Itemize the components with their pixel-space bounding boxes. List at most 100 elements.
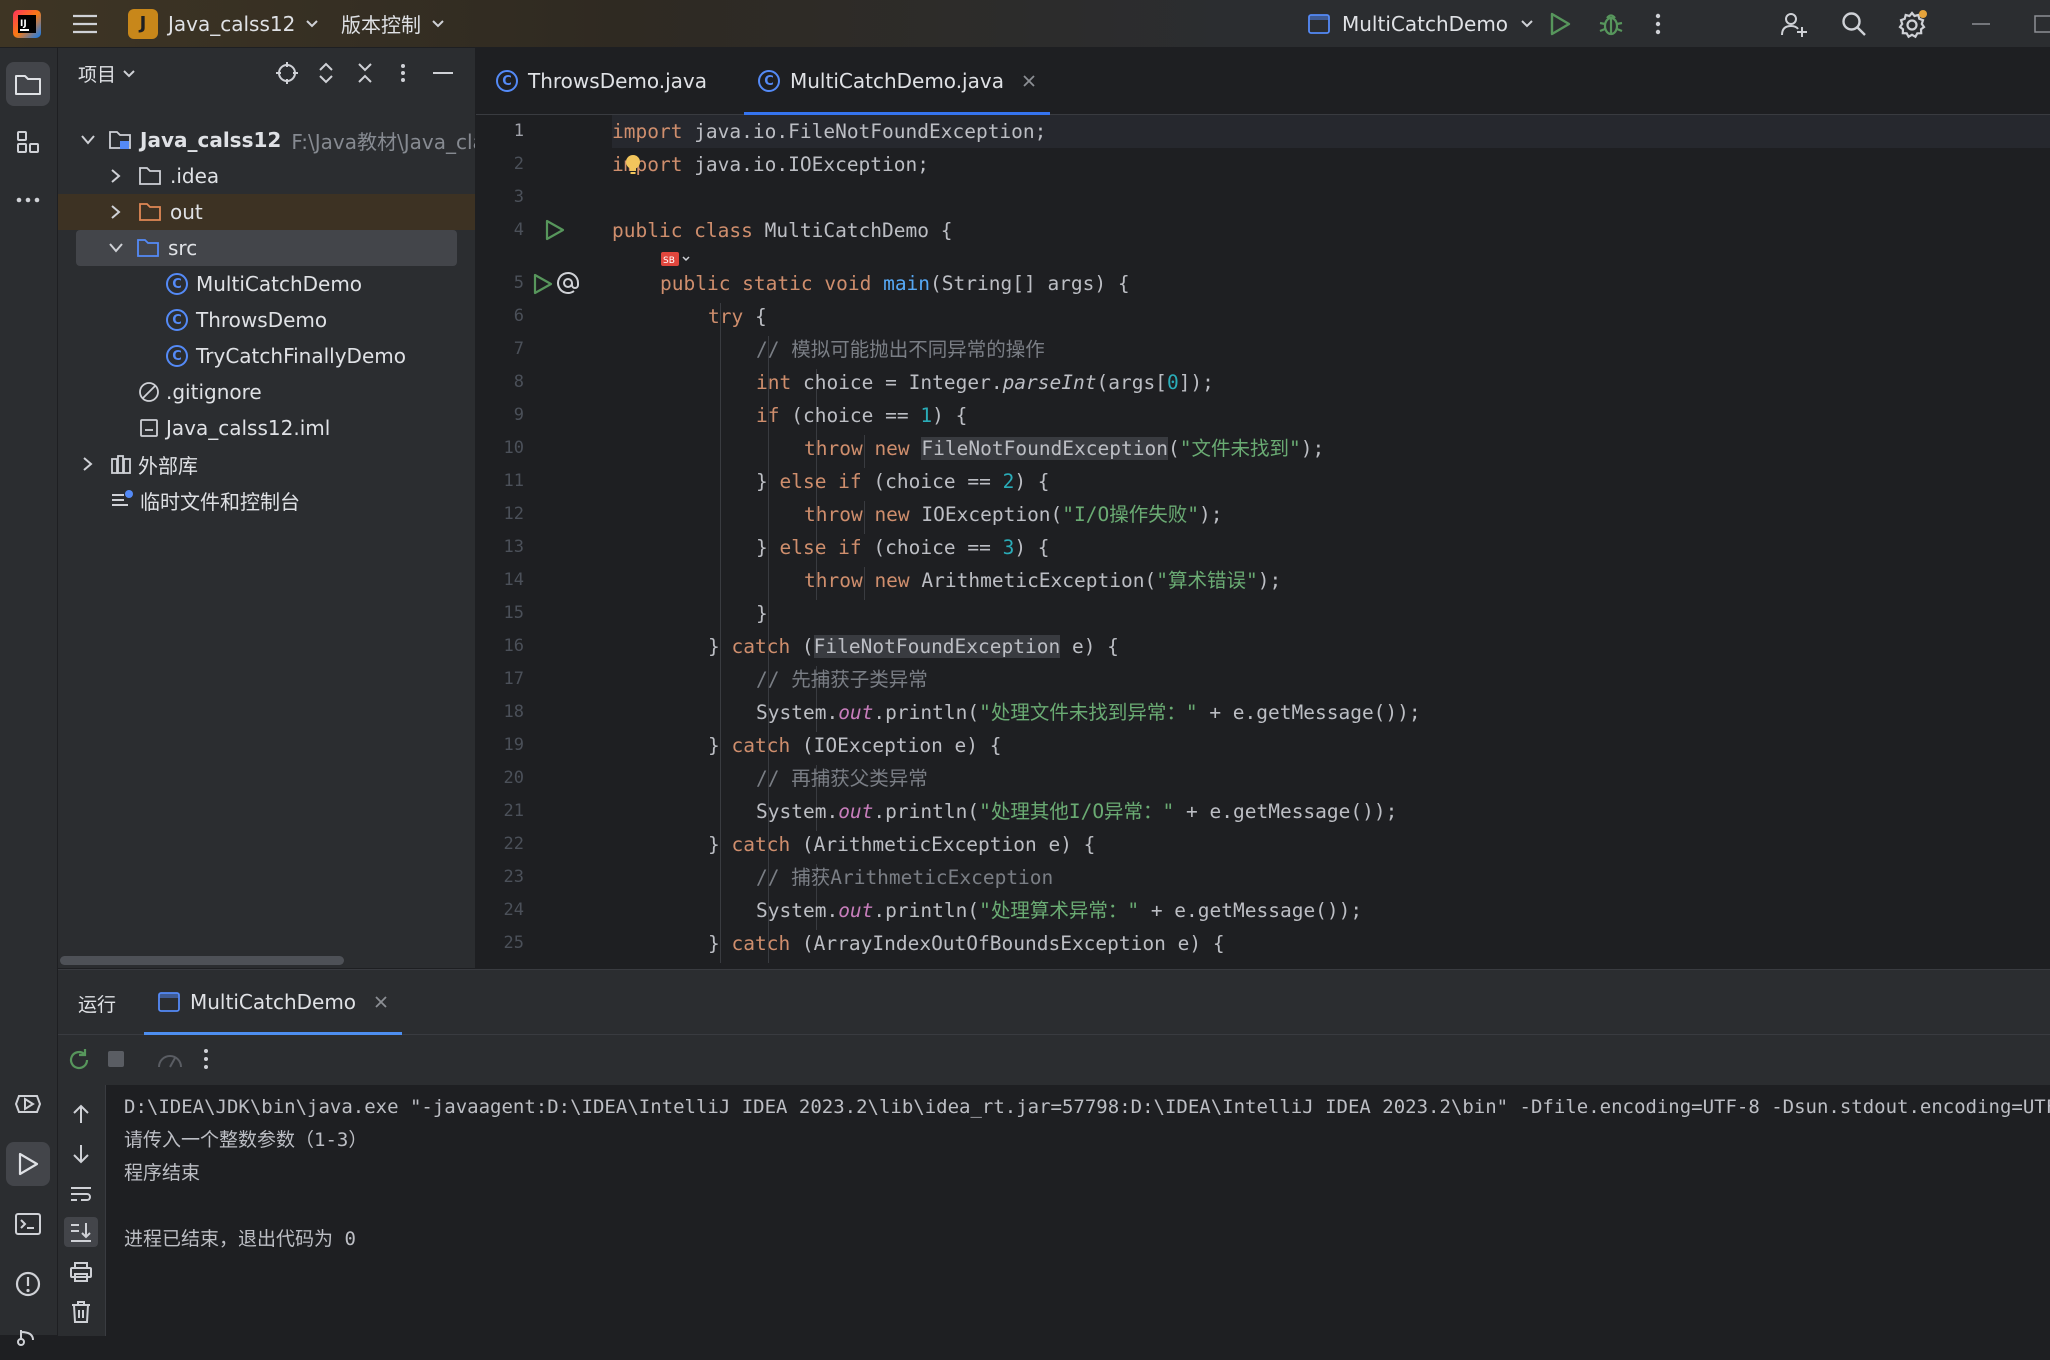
chevron-down-icon	[122, 69, 136, 79]
terminal-icon	[14, 1212, 42, 1236]
line-number: 4	[513, 220, 524, 240]
console-line: 进程已结束，退出代码为 0	[124, 1228, 356, 1250]
structure-tool-button[interactable]	[6, 120, 50, 164]
terminal-tool-button[interactable]	[6, 1202, 50, 1246]
services-tool-button[interactable]	[6, 1082, 50, 1126]
tree-item-iml[interactable]: Java_calss12.iml	[58, 410, 475, 446]
tree-item-label: .idea	[170, 164, 220, 188]
tree-item-external-libraries[interactable]: 外部库	[58, 446, 475, 482]
rerun-icon[interactable]	[66, 1047, 92, 1073]
code-area[interactable]: import java.io.FileNotFoundException; im…	[612, 115, 2050, 968]
arrow-up-icon[interactable]	[64, 1099, 98, 1129]
minus-icon[interactable]	[430, 60, 456, 86]
run-config-icon	[1308, 13, 1330, 34]
project-badge: J	[128, 8, 158, 39]
close-icon[interactable]	[374, 995, 388, 1009]
line-number: 17	[503, 669, 524, 689]
tab-throwsdemo[interactable]: C ThrowsDemo.java	[496, 48, 707, 114]
project-selector[interactable]: J Java_calss12	[128, 0, 319, 47]
code-line-4: public class MultiCatchDemo {	[612, 219, 953, 242]
tree-item-idea[interactable]: .idea	[58, 158, 475, 194]
console-output[interactable]: D:\IDEA\JDK\bin\java.exe "-javaagent:D:\…	[124, 1085, 2050, 1336]
line-number: 24	[503, 900, 524, 920]
app-logo-icon[interactable]: IJ	[12, 0, 42, 47]
soft-wrap-icon[interactable]	[64, 1179, 98, 1209]
tree-item-throwsdemo[interactable]: C ThrowsDemo	[58, 302, 475, 338]
tree-item-scratches[interactable]: 临时文件和控制台	[58, 482, 475, 518]
stop-icon[interactable]	[106, 1049, 126, 1069]
tree-item-out[interactable]: out	[58, 194, 475, 230]
line-number: 23	[503, 867, 524, 887]
git-tool-button[interactable]	[6, 1316, 50, 1360]
line-number: 3	[513, 187, 524, 207]
more-vertical-icon[interactable]	[390, 60, 416, 86]
project-panel-header: 项目	[58, 48, 475, 100]
run-tool-button[interactable]	[6, 1142, 50, 1186]
scroll-end-icon[interactable]	[64, 1217, 98, 1247]
project-tool-button[interactable]	[6, 62, 50, 106]
line-number: 1	[513, 121, 524, 141]
annotation-at-icon[interactable]	[556, 271, 580, 295]
tree-item-project-root[interactable]: Java_calss12 F:\Java教材\Java_clas	[58, 122, 475, 158]
vcs-menu-label: 版本控制	[341, 13, 421, 37]
line-number: 20	[503, 768, 524, 788]
left-tool-strip	[0, 48, 58, 1346]
project-view-selector[interactable]: 项目	[78, 60, 136, 87]
code-line-12: throw new IOException("I/O操作失败");	[804, 503, 1223, 526]
tab-multicatchdemo[interactable]: C MultiCatchDemo.java	[744, 48, 1050, 115]
module-folder-icon	[108, 129, 132, 151]
code-line-24: System.out.println("处理算术异常：" + e.getMess…	[756, 899, 1363, 922]
expand-collapse-icon[interactable]	[313, 60, 339, 86]
structure-icon	[15, 129, 41, 155]
inlay-hint-icon[interactable]: SB	[660, 251, 692, 267]
run-icon[interactable]	[1548, 0, 1572, 47]
profiler-icon[interactable]	[156, 1047, 184, 1073]
debug-icon[interactable]	[1598, 0, 1624, 47]
code-line-13: } else if (choice == 3) {	[756, 536, 1050, 559]
settings-icon[interactable]	[1898, 0, 1928, 47]
more-vertical-icon[interactable]	[202, 1047, 210, 1071]
tree-item-src[interactable]: src	[58, 230, 475, 266]
bulb-icon[interactable]	[624, 153, 642, 177]
code-line-22: } catch (ArithmeticException e) {	[708, 833, 1096, 856]
run-class-icon[interactable]	[544, 218, 566, 242]
tree-item-label: TryCatchFinallyDemo	[196, 344, 406, 368]
line-number: 14	[503, 570, 524, 590]
problems-tool-button[interactable]	[6, 1262, 50, 1306]
print-icon[interactable]	[64, 1257, 98, 1287]
run-config-selector[interactable]: MultiCatchDemo	[1308, 0, 1534, 47]
run-tab-multicatchdemo[interactable]: MultiCatchDemo	[143, 970, 403, 1035]
folder-icon	[14, 72, 42, 96]
locate-icon[interactable]	[274, 60, 300, 86]
close-icon[interactable]	[1022, 74, 1036, 88]
tree-item-gitignore[interactable]: .gitignore	[58, 374, 475, 410]
tree-item-label: .gitignore	[166, 380, 262, 404]
vcs-menu[interactable]: 版本控制	[341, 0, 445, 47]
minimize-icon[interactable]	[1972, 0, 1990, 47]
maximize-icon[interactable]	[2034, 0, 2050, 47]
run-main-icon[interactable]	[532, 272, 554, 296]
code-line-21: System.out.println("处理其他I/O异常：" + e.getM…	[756, 800, 1398, 823]
ignore-file-icon	[138, 381, 160, 403]
chevron-right-icon	[110, 204, 122, 220]
line-number: 9	[513, 405, 524, 425]
add-user-icon[interactable]	[1780, 0, 1808, 47]
line-number: 19	[503, 735, 524, 755]
tree-item-trycatchfinallydemo[interactable]: C TryCatchFinallyDemo	[58, 338, 475, 374]
line-number: 22	[503, 834, 524, 854]
line-number: 21	[503, 801, 524, 821]
horizontal-scrollbar[interactable]	[60, 956, 344, 965]
selection-highlight	[76, 230, 457, 266]
tree-item-label: 临时文件和控制台	[140, 489, 300, 514]
tree-item-multicatchdemo[interactable]: C MultiCatchDemo	[58, 266, 475, 302]
tree-item-label: Java_calss12	[140, 128, 282, 152]
trash-icon[interactable]	[64, 1297, 98, 1327]
svg-text:IJ: IJ	[20, 19, 27, 29]
arrow-down-icon[interactable]	[64, 1139, 98, 1169]
more-vertical-icon[interactable]	[1654, 0, 1662, 47]
tab-label: ThrowsDemo.java	[528, 69, 708, 93]
close-icon[interactable]	[352, 60, 378, 86]
hamburger-menu-icon[interactable]	[72, 0, 98, 47]
search-icon[interactable]	[1840, 0, 1868, 47]
more-tools-button[interactable]	[6, 178, 50, 222]
